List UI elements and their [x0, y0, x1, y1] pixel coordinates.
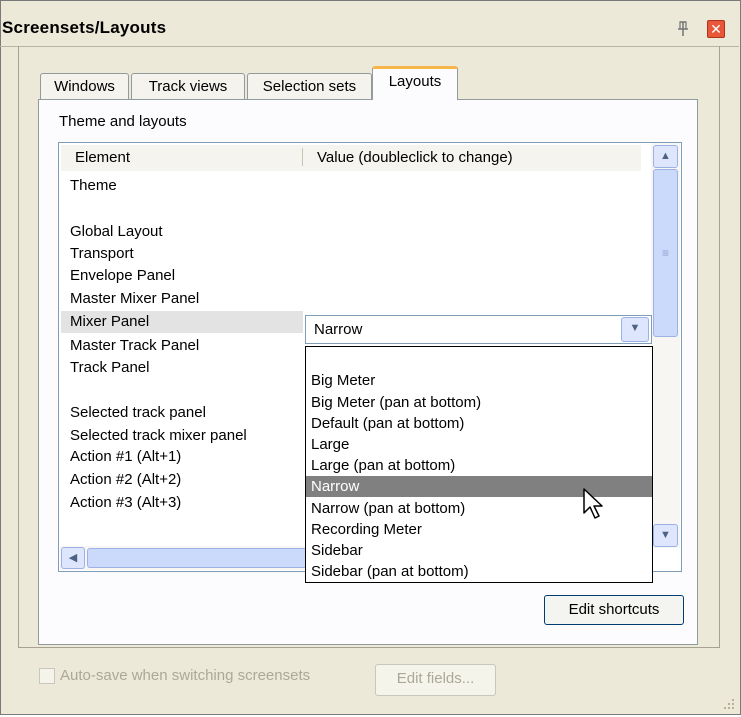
list-item[interactable]: Envelope Panel — [61, 265, 303, 287]
tab-label: Selection sets — [262, 78, 357, 95]
section-label: Theme and layouts — [59, 113, 187, 130]
arrow-up-icon[interactable]: ▲ — [653, 145, 678, 168]
list-item[interactable]: Action #2 (Alt+2) — [61, 469, 303, 491]
dropdown-option[interactable]: Default (pan at bottom) — [306, 413, 652, 434]
column-header-value[interactable]: Value (doubleclick to change) — [303, 145, 641, 171]
dropdown-option[interactable]: Big Meter (pan at bottom) — [306, 392, 652, 413]
edit-shortcuts-button[interactable]: Edit shortcuts — [544, 595, 684, 625]
dropdown-option[interactable]: Large (pan at bottom) — [306, 455, 652, 476]
column-header-element[interactable]: Element — [61, 145, 303, 171]
resize-grip-icon[interactable] — [718, 694, 736, 712]
list-item[interactable]: Global Layout — [61, 221, 303, 243]
chevron-down-icon[interactable]: ▼ — [621, 317, 649, 342]
arrow-left-icon[interactable]: ◀ — [61, 547, 85, 569]
list-item[interactable]: Transport — [61, 243, 303, 265]
close-icon[interactable]: ✕ — [707, 20, 725, 38]
mouse-pointer-icon — [582, 487, 606, 523]
pin-icon[interactable] — [674, 20, 692, 38]
tab-layouts[interactable]: Layouts — [372, 66, 458, 100]
list-item-selected[interactable]: Mixer Panel — [61, 311, 303, 333]
arrow-down-icon[interactable]: ▼ — [653, 524, 678, 547]
horizontal-scroll-thumb[interactable] — [87, 548, 307, 568]
list-item[interactable]: Master Mixer Panel — [61, 288, 303, 310]
autosave-label: Auto-save when switching screensets — [60, 667, 311, 684]
list-item[interactable]: Action #1 (Alt+1) — [61, 446, 303, 468]
dropdown-option[interactable]: Sidebar — [306, 540, 652, 561]
layout-combo[interactable]: Narrow — [305, 315, 652, 344]
list-item[interactable] — [61, 197, 303, 219]
dropdown-option[interactable]: Large — [306, 434, 652, 455]
list-item[interactable]: Selected track mixer panel — [61, 425, 303, 447]
list-item[interactable]: Track Panel — [61, 357, 303, 379]
tab-selection-sets[interactable]: Selection sets — [247, 73, 372, 99]
list-item[interactable]: Master Track Panel — [61, 335, 303, 357]
vertical-scroll-thumb[interactable]: ≡ — [653, 169, 678, 337]
autosave-checkbox[interactable] — [39, 668, 55, 684]
tab-label: Windows — [54, 78, 115, 95]
tab-windows[interactable]: Windows — [40, 73, 129, 99]
column-divider[interactable] — [302, 148, 303, 166]
list-item[interactable]: Action #3 (Alt+3) — [61, 492, 303, 514]
edit-fields-button[interactable]: Edit fields... — [375, 664, 496, 696]
tab-label: Layouts — [388, 73, 442, 90]
list-item[interactable] — [61, 379, 303, 401]
list-item[interactable]: Selected track panel — [61, 402, 303, 424]
tab-label: Track views — [148, 78, 228, 95]
dropdown-option[interactable]: Big Meter — [306, 370, 652, 391]
dropdown-option[interactable] — [306, 348, 652, 369]
dropdown-option[interactable]: Sidebar (pan at bottom) — [306, 561, 652, 582]
window-title: Screensets/Layouts — [2, 18, 167, 37]
list-item[interactable]: Theme — [61, 175, 303, 197]
tab-track-views[interactable]: Track views — [131, 73, 245, 99]
